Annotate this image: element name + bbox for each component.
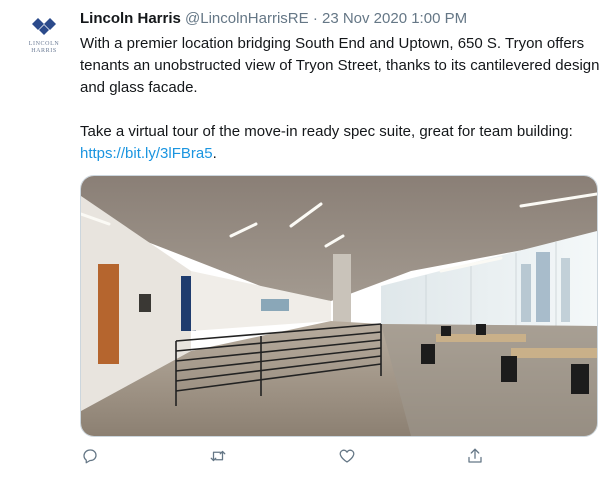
retweet-icon xyxy=(210,450,226,462)
tweet-media-image[interactable] xyxy=(80,175,598,437)
tweet-paragraph-1: With a premier location bridging South E… xyxy=(80,35,600,96)
share-button[interactable] xyxy=(463,444,487,468)
reply-icon xyxy=(83,449,97,464)
tweet-text: With a premier location bridging South E… xyxy=(80,33,600,165)
author-name[interactable]: Lincoln Harris xyxy=(80,10,181,27)
author-handle[interactable]: @LincolnHarrisRE xyxy=(185,10,309,27)
avatar[interactable]: LINCOLN HARRIS xyxy=(20,12,68,60)
reply-button[interactable] xyxy=(78,444,102,468)
tweet-link[interactable]: https://bit.ly/3lFBra5 xyxy=(80,145,213,162)
brand-text-lincoln: LINCOLN xyxy=(28,41,60,47)
tweet-date[interactable]: 23 Nov 2020 1:00 PM xyxy=(322,10,467,27)
brand-text-harris: HARRIS xyxy=(31,48,57,54)
tweet: LINCOLN HARRIS Lincoln Harris @LincolnHa… xyxy=(0,0,614,482)
tweet-paragraph-2-text: Take a virtual tour of the move-in ready… xyxy=(80,123,573,140)
tweet-header: Lincoln Harris @LincolnHarrisRE · 23 Nov… xyxy=(80,9,467,29)
heart-icon xyxy=(339,449,355,463)
retweet-button[interactable] xyxy=(206,444,230,468)
like-button[interactable] xyxy=(335,444,359,468)
share-icon xyxy=(468,448,482,463)
tweet-paragraph-2-end: . xyxy=(212,145,217,162)
office-interior-photo xyxy=(81,176,597,436)
tweet-paragraph-2: Take a virtual tour of the move-in ready… xyxy=(80,121,600,165)
lincoln-harris-logo-icon xyxy=(32,18,56,35)
tweet-actions xyxy=(0,444,614,468)
header-separator: · xyxy=(312,10,318,27)
